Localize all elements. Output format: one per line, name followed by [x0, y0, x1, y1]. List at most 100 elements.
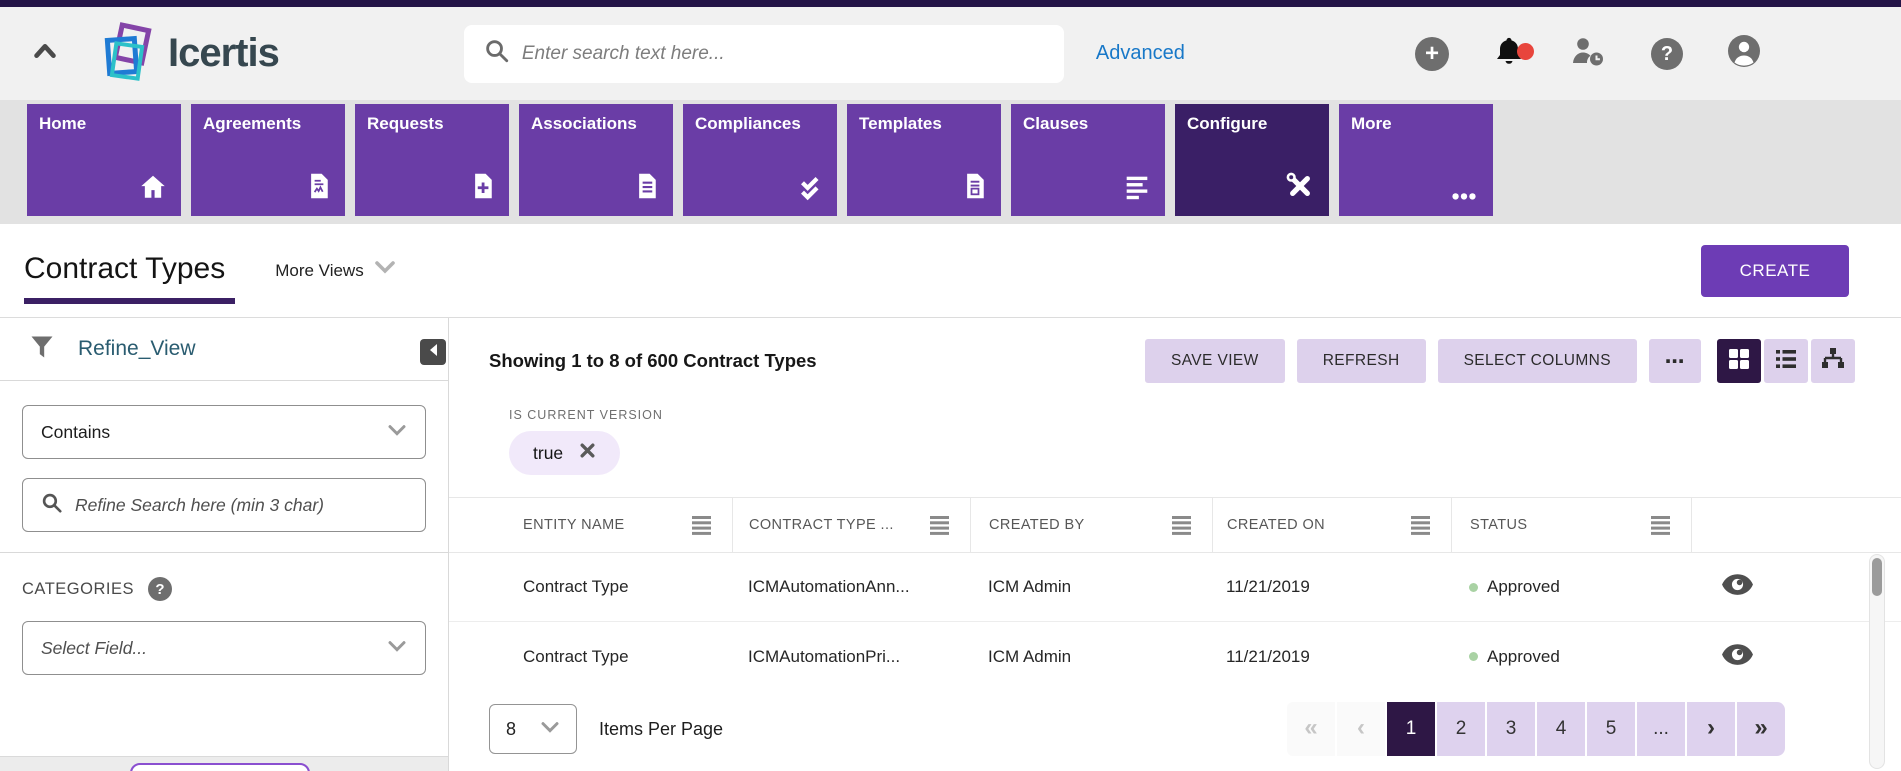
next-page-button[interactable]: › [1687, 702, 1735, 756]
add-new-button[interactable]: + [1415, 37, 1449, 71]
question-help-icon[interactable]: ? [148, 577, 172, 601]
configure-tools-icon [1283, 170, 1317, 207]
delegation-button[interactable] [1569, 35, 1607, 72]
column-header-created-by[interactable]: CREATED BY [970, 498, 1212, 552]
table-row[interactable]: Contract Type ICMAutomationAnn... ICM Ad… [449, 553, 1901, 622]
nav-tile-templates[interactable]: Templates [847, 104, 1001, 216]
nav-tile-more[interactable]: More [1339, 104, 1493, 216]
column-menu-icon[interactable] [1650, 516, 1671, 535]
column-header-contract-type[interactable]: CONTRACT TYPE ... [732, 498, 970, 552]
list-view-button[interactable] [1764, 339, 1808, 383]
page-button-3[interactable]: 3 [1487, 702, 1535, 756]
page-size-select[interactable]: 8 [489, 704, 577, 754]
refine-sidebar: Refine_View Contains [0, 318, 449, 771]
status-dot [1469, 652, 1478, 661]
previous-page-button[interactable]: ‹ [1337, 702, 1385, 756]
nav-tile-home[interactable]: Home [27, 104, 181, 216]
categories-row: CATEGORIES ? [22, 577, 426, 601]
page-header: Contract Types More Views CREATE [0, 224, 1901, 318]
icertis-logo-mark-icon [102, 23, 158, 85]
list-view-icon [1773, 346, 1799, 377]
column-header-entity-name[interactable]: ENTITY NAME [449, 498, 732, 552]
global-search-input[interactable] [522, 43, 1044, 65]
nav-tile-configure[interactable]: Configure [1175, 104, 1329, 216]
collapse-header-button[interactable] [26, 35, 64, 73]
column-menu-icon[interactable] [691, 516, 712, 535]
notifications-button[interactable] [1493, 34, 1525, 73]
page-title: Contract Types [24, 238, 235, 304]
table-header-row: ENTITY NAME CONTRACT TYPE ... CREATED BY [449, 497, 1901, 553]
column-header-actions [1691, 498, 1901, 552]
select-columns-button[interactable]: SELECT COLUMNS [1438, 339, 1637, 383]
nav-tile-clauses[interactable]: Clauses [1011, 104, 1165, 216]
nav-tile-compliances[interactable]: Compliances [683, 104, 837, 216]
sidebar-footer-button[interactable] [130, 763, 310, 771]
double-check-icon [795, 170, 825, 207]
global-search-box[interactable] [464, 25, 1064, 83]
cell-created-by: ICM Admin [970, 622, 1212, 691]
status-label: Approved [1487, 647, 1560, 667]
more-views-dropdown[interactable]: More Views [275, 260, 396, 281]
nav-tile-label: Requests [367, 114, 444, 134]
nav-tile-label: Agreements [203, 114, 301, 134]
association-document-icon [633, 170, 661, 207]
column-header-label: STATUS [1470, 517, 1527, 533]
more-views-label: More Views [275, 261, 364, 281]
column-header-status[interactable]: STATUS [1451, 498, 1691, 552]
refine-body: Contains CATEGORIES ? Sele [0, 381, 448, 675]
categories-label: CATEGORIES [22, 580, 134, 599]
collapse-sidebar-button[interactable] [420, 339, 446, 365]
column-header-created-on[interactable]: CREATED ON [1212, 498, 1451, 552]
cell-entity-name: Contract Type [449, 622, 732, 691]
page-button-1[interactable]: 1 [1387, 702, 1435, 756]
first-page-button[interactable]: « [1287, 702, 1335, 756]
hierarchy-view-button[interactable] [1811, 339, 1855, 383]
view-details-button[interactable] [1721, 573, 1754, 601]
eye-icon [1721, 573, 1754, 601]
grid-view-button[interactable] [1717, 339, 1761, 383]
page-button-4[interactable]: 4 [1537, 702, 1585, 756]
nav-tile-label: Templates [859, 114, 942, 134]
save-view-button[interactable]: SAVE VIEW [1145, 339, 1285, 383]
refine-search-box[interactable] [22, 478, 426, 532]
view-details-button[interactable] [1721, 643, 1754, 671]
nav-tile-associations[interactable]: Associations [519, 104, 673, 216]
page-button-5[interactable]: 5 [1587, 702, 1635, 756]
table-row[interactable]: Contract Type ICMAutomationPri... ICM Ad… [449, 622, 1901, 691]
category-field-select[interactable]: Select Field... [22, 621, 426, 675]
items-per-page-label: Items Per Page [599, 719, 723, 740]
nav-tile-agreements[interactable]: Agreements [191, 104, 345, 216]
profile-button[interactable] [1727, 34, 1761, 73]
main-panel: Showing 1 to 8 of 600 Contract Types SAV… [449, 318, 1901, 771]
operator-select[interactable]: Contains [22, 405, 426, 459]
refine-search-input[interactable] [75, 495, 407, 516]
create-button[interactable]: CREATE [1701, 245, 1849, 297]
contract-types-table: ENTITY NAME CONTRACT TYPE ... CREATED BY [449, 497, 1901, 691]
pagination-controls: « ‹ 1 2 3 4 5 ... › » [1287, 702, 1785, 756]
sidebar-divider [0, 552, 448, 553]
filter-chip-value: true [533, 443, 563, 464]
refresh-button[interactable]: REFRESH [1297, 339, 1426, 383]
help-button[interactable]: ? [1651, 38, 1683, 70]
remove-filter-button[interactable] [579, 442, 596, 464]
vertical-scrollbar[interactable] [1869, 554, 1885, 769]
more-actions-button[interactable]: ⋯ [1649, 339, 1701, 383]
column-header-label: CREATED BY [989, 517, 1085, 533]
category-field-placeholder: Select Field... [41, 638, 147, 659]
column-menu-icon[interactable] [1410, 516, 1431, 535]
close-icon [579, 442, 596, 464]
advanced-search-link[interactable]: Advanced [1096, 42, 1185, 65]
last-page-button[interactable]: » [1737, 702, 1785, 756]
top-bar-icons: + ? [1415, 34, 1761, 73]
nav-tile-label: Compliances [695, 114, 801, 134]
eye-icon [1721, 643, 1754, 671]
main-nav: Home Agreements Requests Associations Co… [0, 100, 1901, 224]
nav-tile-requests[interactable]: Requests [355, 104, 509, 216]
page-button-2[interactable]: 2 [1437, 702, 1485, 756]
refine-header: Refine_View [0, 318, 448, 381]
scrollbar-thumb[interactable] [1872, 558, 1882, 596]
toolbar-buttons: SAVE VIEW REFRESH SELECT COLUMNS ⋯ [1145, 339, 1855, 383]
page-ellipsis-button[interactable]: ... [1637, 702, 1685, 756]
column-menu-icon[interactable] [1171, 516, 1192, 535]
column-menu-icon[interactable] [929, 516, 950, 535]
